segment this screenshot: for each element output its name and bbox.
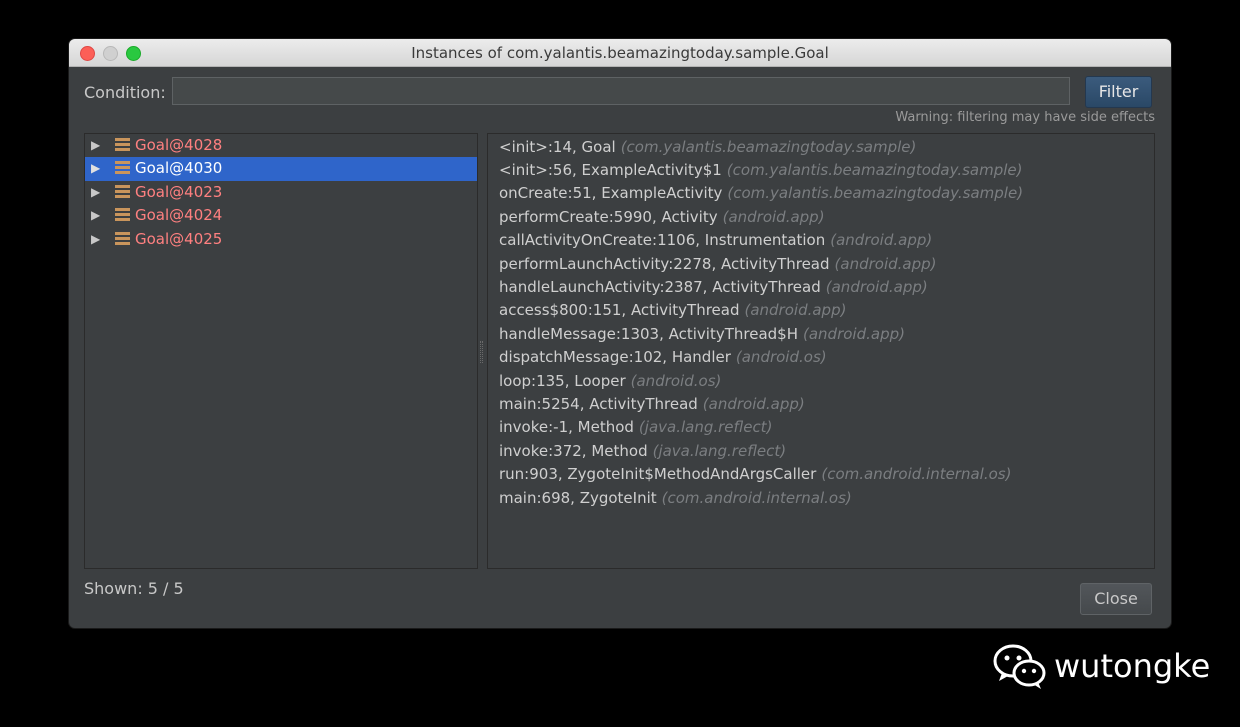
- wechat-logo-icon: [993, 644, 1046, 689]
- instances-list: ▶ Goal@4028 ▶ Goal@4030 ▶ Goal@4023 ▶ Goal@4024…: [85, 134, 477, 251]
- shown-count: Shown: 5 / 5: [84, 579, 184, 598]
- stack-frame-row[interactable]: loop:135, Looper (android.os): [488, 369, 1154, 392]
- stack-frame-row[interactable]: run:903, ZygoteInit$MethodAndArgsCaller(…: [488, 462, 1154, 485]
- object-stack-icon: [115, 208, 130, 222]
- frame-package: (com.yalantis.beamazingtoday.sample): [620, 137, 917, 156]
- expand-triangle-icon[interactable]: ▶: [91, 161, 100, 175]
- filter-button[interactable]: Filter: [1085, 76, 1152, 108]
- instance-label: Goal@4023: [135, 182, 223, 201]
- watermark-text: wutongke: [1054, 647, 1211, 685]
- frame-method: performLaunchActivity:2278, ActivityThre…: [499, 254, 830, 273]
- frame-package: (com.android.internal.os): [821, 465, 1012, 484]
- object-stack-icon: [115, 231, 130, 246]
- expand-triangle-icon[interactable]: ▶: [91, 185, 100, 199]
- instance-row[interactable]: ▶ Goal@4028: [85, 134, 477, 157]
- frame-method: onCreate:51, ExampleActivity: [499, 184, 723, 203]
- object-stack-icon: [115, 161, 130, 175]
- frame-package: (com.android.internal.os): [661, 488, 852, 507]
- frame-package: (android.os): [735, 348, 827, 367]
- window-title: Instances of com.yalantis.beamazingtoday…: [411, 44, 829, 62]
- condition-input[interactable]: [172, 77, 1070, 105]
- frame-package: (android.app): [803, 324, 905, 343]
- frame-method: callActivityOnCreate:1106, Instrumentati…: [499, 231, 826, 250]
- frame-method: handleMessage:1303, ActivityThread$H: [499, 324, 798, 343]
- title-bar: Instances of com.yalantis.beamazingtoday…: [69, 39, 1171, 67]
- stack-frame-row[interactable]: invoke:-1, Method (java.lang.reflect): [488, 416, 1154, 439]
- instances-tree[interactable]: ▶ Goal@4028 ▶ Goal@4030 ▶ Goal@4023 ▶ Goal@4024…: [84, 133, 478, 569]
- stack-frame-row[interactable]: <init>:56, ExampleActivity$1 (com.yalanti…: [488, 158, 1154, 181]
- frame-method: invoke:-1, Method: [499, 418, 634, 437]
- condition-label: Condition:: [84, 83, 166, 102]
- stack-frame-row[interactable]: main:698, ZygoteInit (com.android.interna…: [488, 486, 1154, 509]
- frame-package: (android.app): [702, 394, 805, 413]
- frame-method: <init>:56, ExampleActivity$1: [499, 161, 722, 180]
- stack-frames-list: <init>:14, Goal (com.yalantis.beamazingto…: [488, 134, 1154, 509]
- frame-method: loop:135, Looper: [499, 371, 626, 390]
- stack-frame-row[interactable]: performLaunchActivity:2278, ActivityThre…: [488, 252, 1154, 275]
- frame-method: main:5254, ActivityThread: [499, 394, 698, 413]
- panel-splitter-handle[interactable]: [480, 341, 483, 363]
- stack-frame-row[interactable]: performCreate:5990, Activity (android.app…: [488, 205, 1154, 228]
- instance-row[interactable]: ▶ Goal@4023: [85, 181, 477, 204]
- expand-triangle-icon[interactable]: ▶: [91, 138, 100, 152]
- frame-package: (android.app): [744, 301, 847, 320]
- frame-method: invoke:372, Method: [499, 441, 648, 460]
- stack-frame-row[interactable]: handleMessage:1303, ActivityThread$H (and…: [488, 322, 1154, 345]
- frame-method: performCreate:5990, Activity: [499, 207, 718, 226]
- instances-dialog: Instances of com.yalantis.beamazingtoday…: [69, 39, 1171, 628]
- frame-package: (android.app): [825, 278, 928, 297]
- object-stack-icon: [115, 184, 130, 199]
- frame-package: (android.app): [834, 254, 937, 273]
- frame-package: (android.app): [722, 207, 825, 226]
- instance-label: Goal@4028: [135, 136, 223, 154]
- instance-label: Goal@4025: [135, 229, 223, 248]
- frame-method: run:903, ZygoteInit$MethodAndArgsCaller: [499, 465, 817, 484]
- frame-method: access$800:151, ActivityThread: [499, 301, 740, 320]
- frame-method: dispatchMessage:102, Handler: [499, 348, 731, 367]
- instance-label: Goal@4030: [135, 159, 223, 178]
- stack-frame-row[interactable]: callActivityOnCreate:1106, Instrumentati…: [488, 229, 1154, 252]
- instance-row[interactable]: ▶ Goal@4025: [85, 228, 477, 251]
- stack-frame-row[interactable]: invoke:372, Method (java.lang.reflect): [488, 439, 1154, 462]
- stack-frame-row[interactable]: main:5254, ActivityThread (android.app): [488, 392, 1154, 415]
- frame-method: handleLaunchActivity:2387, ActivityThrea…: [499, 278, 821, 297]
- frame-method: <init>:14, Goal: [499, 137, 616, 156]
- stack-frame-row[interactable]: onCreate:51, ExampleActivity (com.yalanti…: [488, 182, 1154, 205]
- instance-label: Goal@4024: [135, 206, 223, 225]
- instance-row[interactable]: ▶ Goal@4030: [85, 157, 477, 181]
- expand-triangle-icon[interactable]: ▶: [91, 208, 100, 222]
- frame-method: main:698, ZygoteInit: [499, 488, 657, 507]
- frame-package: (android.os): [630, 371, 722, 390]
- stack-trace-panel[interactable]: <init>:14, Goal (com.yalantis.beamazingto…: [487, 133, 1155, 569]
- stack-frame-row[interactable]: dispatchMessage:102, Handler (android.os): [488, 346, 1154, 369]
- close-button[interactable]: Close: [1080, 583, 1152, 615]
- frame-package: (java.lang.reflect): [638, 418, 773, 437]
- stack-frame-row[interactable]: access$800:151, ActivityThread (android.a…: [488, 299, 1154, 322]
- frame-package: (com.yalantis.beamazingtoday.sample): [726, 161, 1023, 180]
- stack-frame-row[interactable]: handleLaunchActivity:2387, ActivityThrea…: [488, 275, 1154, 298]
- frame-package: (android.app): [830, 231, 933, 250]
- frame-package: (com.yalantis.beamazingtoday.sample): [727, 184, 1024, 203]
- filter-warning: Warning: filtering may have side effects: [895, 110, 1155, 125]
- instance-row[interactable]: ▶ Goal@4024: [85, 204, 477, 227]
- object-stack-icon: [115, 138, 130, 152]
- watermark: wutongke: [992, 640, 1210, 692]
- frame-package: (java.lang.reflect): [652, 441, 787, 460]
- expand-triangle-icon[interactable]: ▶: [91, 232, 100, 246]
- stack-frame-row[interactable]: <init>:14, Goal (com.yalantis.beamazingto…: [488, 135, 1154, 158]
